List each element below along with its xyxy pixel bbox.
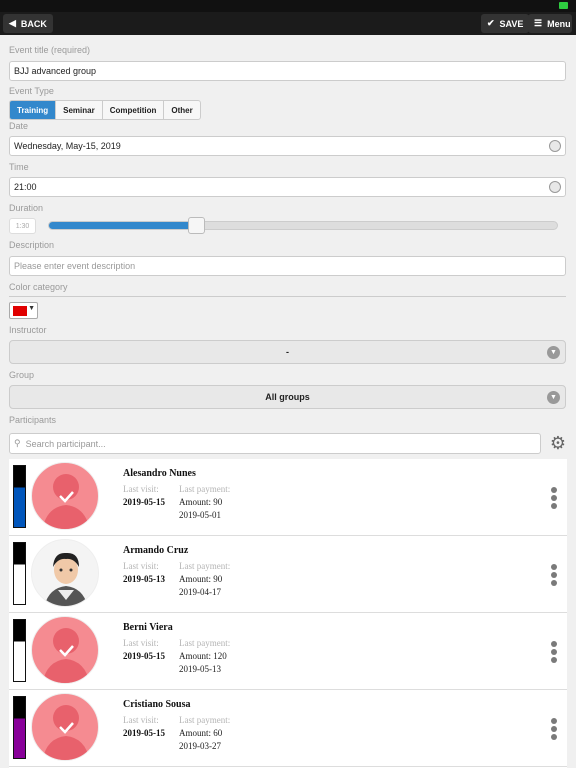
divider: [9, 296, 566, 297]
time-input[interactable]: 21:00: [9, 177, 566, 197]
date-label: Date: [9, 121, 29, 131]
avatar[interactable]: [31, 462, 99, 530]
battery-icon: [559, 2, 568, 9]
more-options-icon[interactable]: [551, 487, 557, 509]
check-icon: ✔: [487, 18, 495, 28]
color-category-label: Color category: [9, 282, 68, 292]
gear-icon[interactable]: ⚙: [549, 434, 567, 452]
belt-rank-indicator: [13, 465, 26, 528]
payment-date: 2019-03-27: [179, 741, 221, 751]
duration-value[interactable]: 1:30: [9, 218, 36, 234]
last-visit-label: Last visit:: [123, 561, 159, 571]
type-training-button[interactable]: Training: [10, 101, 57, 119]
payment-date: 2019-04-17: [179, 587, 221, 597]
list-item[interactable]: Armando Cruz Last visit: 2019-05-13 Last…: [9, 536, 567, 613]
arrow-left-icon: ◀: [9, 18, 16, 28]
belt-rank-indicator: [13, 619, 26, 682]
belt-rank-indicator: [13, 542, 26, 605]
date-value: Wednesday, May-15, 2019: [14, 141, 121, 151]
event-type-label: Event Type: [9, 86, 54, 96]
clock-icon[interactable]: [549, 181, 561, 193]
list-item[interactable]: Alesandro Nunes Last visit: 2019-05-15 L…: [9, 459, 567, 536]
payment-date: 2019-05-13: [179, 664, 221, 674]
list-item[interactable]: Cristiano Sousa Last visit: 2019-05-15 L…: [9, 690, 567, 767]
duration-label: Duration: [9, 203, 44, 213]
payment-amount: Amount: 90: [179, 574, 223, 584]
duration-slider[interactable]: [48, 221, 558, 230]
chevron-down-icon: ▼: [547, 346, 560, 359]
last-visit-label: Last visit:: [123, 484, 159, 494]
instructor-label: Instructor: [9, 325, 47, 335]
event-title-value: BJJ advanced group: [14, 66, 97, 76]
search-placeholder: Search participant...: [25, 438, 106, 449]
participants-label: Participants: [9, 415, 57, 425]
avatar[interactable]: [31, 693, 99, 761]
more-options-icon[interactable]: [551, 564, 557, 586]
last-payment-label: Last payment:: [179, 638, 231, 648]
type-competition-button[interactable]: Competition: [103, 101, 165, 119]
last-visit-date: 2019-05-13: [123, 574, 165, 584]
payment-amount: Amount: 90: [179, 497, 223, 507]
chevron-down-icon: ▼: [547, 391, 560, 404]
avatar[interactable]: [31, 539, 99, 607]
belt-rank-indicator: [13, 696, 26, 759]
menu-button[interactable]: ☰ Menu: [528, 14, 572, 33]
save-button[interactable]: ✔ SAVE: [481, 14, 530, 33]
event-title-input[interactable]: BJJ advanced group: [9, 61, 566, 81]
event-title-label: Event title (required): [9, 45, 91, 55]
event-type-selector: Training Seminar Competition Other: [9, 100, 201, 120]
time-label: Time: [9, 162, 29, 172]
last-payment-label: Last payment:: [179, 484, 231, 494]
instructor-value: -: [286, 347, 289, 357]
more-options-icon[interactable]: [551, 718, 557, 740]
save-label: SAVE: [499, 18, 524, 29]
search-icon: ⚲: [14, 438, 21, 448]
color-picker[interactable]: ▼: [9, 302, 38, 319]
caret-down-icon: ▼: [28, 305, 35, 312]
participant-name: Cristiano Sousa: [123, 699, 191, 710]
participant-name: Berni Viera: [123, 622, 173, 633]
payment-date: 2019-05-01: [179, 510, 221, 520]
duration-slider-fill: [49, 222, 197, 229]
last-payment-label: Last payment:: [179, 715, 231, 725]
group-value: All groups: [265, 392, 310, 402]
back-button[interactable]: ◀ BACK: [3, 14, 53, 33]
last-visit-date: 2019-05-15: [123, 728, 165, 738]
last-visit-label: Last visit:: [123, 638, 159, 648]
participant-name: Armando Cruz: [123, 545, 189, 556]
avatar[interactable]: [31, 616, 99, 684]
group-select[interactable]: All groups ▼: [9, 385, 566, 409]
duration-slider-handle[interactable]: [187, 217, 205, 234]
calendar-icon[interactable]: [549, 140, 561, 152]
last-payment-label: Last payment:: [179, 561, 231, 571]
payment-amount: Amount: 60: [179, 728, 223, 738]
last-visit-label: Last visit:: [123, 715, 159, 725]
date-input[interactable]: Wednesday, May-15, 2019: [9, 136, 566, 156]
type-seminar-button[interactable]: Seminar: [56, 101, 103, 119]
payment-amount: Amount: 120: [179, 651, 227, 661]
list-item[interactable]: Berni Viera Last visit: 2019-05-15 Last …: [9, 613, 567, 690]
description-input[interactable]: Please enter event description: [9, 256, 566, 276]
color-swatch: [13, 306, 27, 316]
time-value: 21:00: [14, 182, 37, 192]
more-options-icon[interactable]: [551, 641, 557, 663]
status-bar: [0, 0, 576, 12]
menu-label: Menu: [547, 18, 571, 29]
last-visit-date: 2019-05-15: [123, 651, 165, 661]
description-placeholder: Please enter event description: [14, 261, 136, 271]
last-visit-date: 2019-05-15: [123, 497, 165, 507]
back-label: BACK: [20, 18, 47, 29]
type-other-button[interactable]: Other: [164, 101, 199, 119]
hamburger-icon: ☰: [534, 18, 543, 28]
participant-search-input[interactable]: ⚲ Search participant...: [9, 433, 541, 454]
description-label: Description: [9, 240, 55, 250]
participant-name: Alesandro Nunes: [123, 468, 196, 479]
group-label: Group: [9, 370, 35, 380]
participant-list: Alesandro Nunes Last visit: 2019-05-15 L…: [9, 459, 567, 768]
top-toolbar: ◀ BACK ✔ SAVE ☰ Menu: [0, 12, 576, 35]
instructor-select[interactable]: - ▼: [9, 340, 566, 364]
